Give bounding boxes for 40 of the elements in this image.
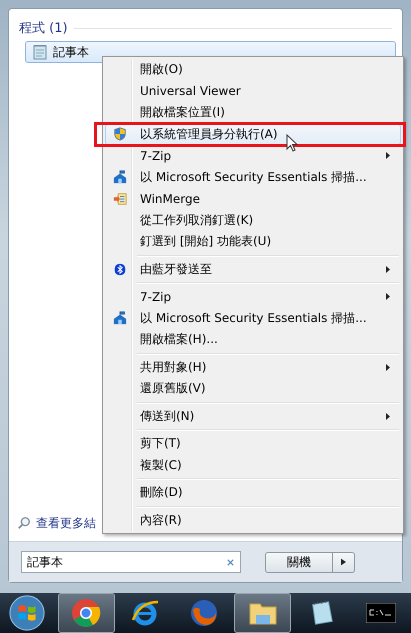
- menu-item[interactable]: 釘選到 [開始] 功能表(U): [105, 231, 401, 252]
- letter-e-icon: [130, 598, 160, 628]
- shutdown-options-button[interactable]: [333, 552, 355, 572]
- merge-icon: [113, 192, 127, 206]
- clear-icon[interactable]: [226, 558, 235, 566]
- terminal-icon: [366, 603, 396, 623]
- group-heading: 程式 (1): [19, 20, 68, 37]
- menu-item[interactable]: 複製(C): [105, 454, 401, 476]
- search-field[interactable]: 記事本: [21, 551, 241, 573]
- start-button[interactable]: [8, 593, 46, 633]
- menu-item[interactable]: Universal Viewer: [105, 80, 401, 102]
- menu-item[interactable]: 7-Zip: [105, 286, 401, 308]
- house-flag-icon: [113, 170, 127, 184]
- menu-item[interactable]: 7-Zip: [105, 145, 401, 166]
- menu-item[interactable]: WinMerge: [105, 188, 401, 210]
- chrome-taskbar-button[interactable]: [58, 593, 115, 633]
- menu-item[interactable]: 從工作列取消釘選(K): [105, 210, 401, 231]
- more-results-link[interactable]: 查看更多結: [36, 514, 96, 532]
- house-flag-icon: [113, 311, 127, 326]
- browser-logo-icon: [71, 598, 102, 628]
- menu-item[interactable]: 刪除(D): [105, 482, 401, 504]
- menu-item[interactable]: 開啟檔案位置(I): [105, 102, 401, 124]
- menu-item[interactable]: 由藍牙發送至: [105, 258, 401, 280]
- notepad-icon: [32, 44, 48, 60]
- menu-item[interactable]: 剪下(T): [105, 433, 401, 454]
- mouse-pointer-icon: [286, 134, 298, 152]
- caret-icon: [341, 558, 346, 566]
- menu-item[interactable]: 開啟檔案(H)...: [105, 329, 401, 350]
- shield-icon: [113, 127, 127, 142]
- explorer-taskbar-button[interactable]: [234, 593, 292, 633]
- menu-item[interactable]: 共用對象(H): [105, 356, 401, 378]
- menu-item[interactable]: 以 Microsoft Security Essentials 掃描...: [105, 308, 401, 329]
- shutdown-button[interactable]: 關機: [265, 552, 333, 572]
- menu-item[interactable]: 以 Microsoft Security Essentials 掃描...: [105, 166, 401, 188]
- search-icon: [17, 516, 31, 530]
- menu-item[interactable]: 內容(R): [105, 510, 401, 531]
- menu-item[interactable]: 傳送到(N): [105, 406, 401, 427]
- menu-item[interactable]: 還原舊版(V): [105, 378, 401, 400]
- bluetooth-icon: [114, 262, 126, 277]
- fox-globe-icon: [189, 598, 220, 628]
